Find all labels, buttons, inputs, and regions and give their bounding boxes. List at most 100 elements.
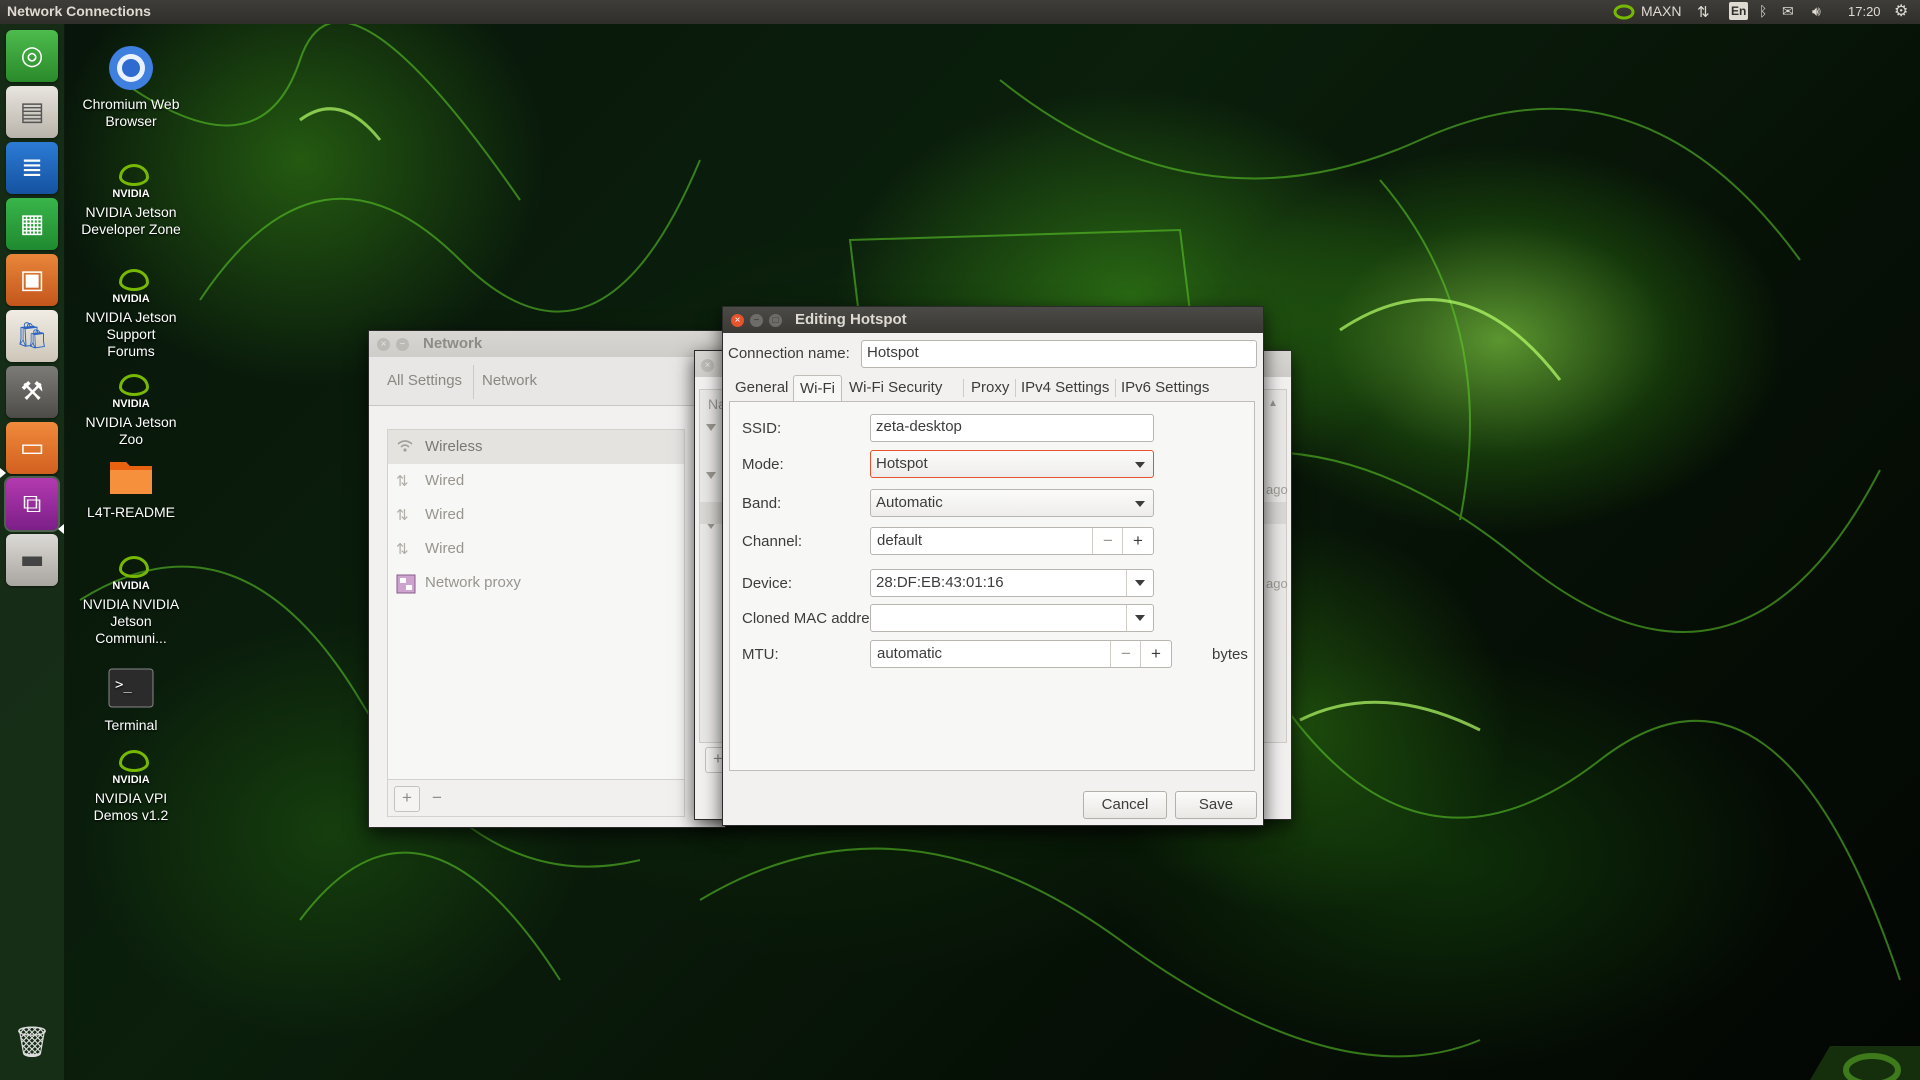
window-titlebar[interactable]: × − Network — [369, 331, 725, 357]
expand-arrow-icon[interactable] — [706, 424, 716, 431]
desktop-icon-label: Terminal — [104, 717, 158, 733]
device-value[interactable]: 28:DF:EB:43:01:16 — [876, 574, 1004, 591]
desktop-icon-jetson-support-forums[interactable]: NVIDIA NVIDIA Jetson Support Forums — [81, 265, 181, 360]
last-used-label: ago — [1266, 576, 1288, 591]
maximize-button[interactable]: □ — [769, 314, 782, 327]
mtu-value[interactable]: automatic — [877, 645, 942, 662]
channel-label: Channel: — [742, 533, 803, 550]
desktop-icon-label: NVIDIA Jetson Zoo — [85, 414, 177, 447]
tab-general[interactable]: General — [729, 375, 794, 401]
file-manager-icon[interactable]: ▭ — [6, 422, 58, 474]
minimize-button[interactable]: − — [396, 338, 409, 351]
tab-separator — [963, 379, 964, 397]
close-button[interactable]: × — [731, 314, 744, 327]
tab-wi-fi[interactable]: Wi-Fi — [793, 375, 842, 401]
channel-increment-button[interactable]: + — [1122, 528, 1153, 554]
nvidia-icon: NVIDIA — [107, 370, 155, 414]
writer-icon[interactable]: ≣ — [6, 142, 58, 194]
nvidia-icon: NVIDIA — [107, 552, 155, 596]
band-dropdown[interactable]: Automatic — [870, 489, 1154, 517]
drive-icon[interactable]: ▬ — [6, 534, 58, 586]
running-app-indicator — [0, 468, 6, 478]
active-app-indicator — [58, 524, 64, 534]
device-label: Wireless — [425, 438, 483, 455]
desktop-icon-jetson-community[interactable]: NVIDIA NVIDIA NVIDIA Jetson Communi... — [81, 552, 181, 647]
tab-bar: General Wi-Fi Wi-Fi Security Proxy IPv4 … — [729, 375, 1255, 401]
gear-icon[interactable]: ⚙ — [1894, 1, 1908, 20]
desktop-icon-label: Chromium Web Browser — [82, 96, 180, 129]
band-value: Automatic — [876, 494, 943, 511]
mtu-increment-button[interactable]: + — [1140, 641, 1171, 667]
wifi-icon — [396, 438, 416, 456]
remove-device-button[interactable]: − — [424, 786, 450, 812]
bluetooth-icon[interactable]: ᛒ — [1759, 3, 1767, 21]
device-label: Wired — [425, 472, 465, 489]
device-item-wireless[interactable]: Wireless — [388, 430, 684, 464]
volume-icon[interactable]: 🔊︎ — [1812, 3, 1821, 21]
minimize-button[interactable]: − — [750, 314, 763, 327]
connection-name-label: Connection name: — [728, 345, 850, 362]
add-device-button[interactable]: + — [394, 786, 420, 812]
cloned-mac-label: Cloned MAC address: — [742, 610, 889, 627]
network-connections-icon[interactable]: ⧉ — [6, 478, 58, 530]
power-mode-label[interactable]: MAXN — [1641, 3, 1681, 21]
desktop-icon-chromium[interactable]: Chromium Web Browser — [81, 44, 181, 130]
nvidia-icon: NVIDIA — [107, 160, 155, 204]
breadcrumb-all-settings[interactable]: All Settings — [387, 372, 462, 389]
software-center-icon[interactable]: 🛍︎ — [6, 310, 58, 362]
tab-ipv6-settings[interactable]: IPv6 Settings — [1115, 375, 1215, 401]
ubuntu-dash-icon[interactable]: ◎ — [6, 30, 58, 82]
device-item-network-proxy[interactable]: Network proxy — [388, 566, 684, 600]
channel-spinner[interactable]: default − + — [870, 527, 1154, 555]
desktop-icon-label: NVIDIA NVIDIA Jetson Communi... — [82, 596, 180, 646]
wired-icon: ⇅ — [396, 507, 409, 524]
close-button[interactable]: × — [701, 359, 714, 372]
desktop-icon-terminal[interactable]: >_ Terminal — [81, 665, 181, 734]
window-titlebar[interactable]: × − □ Editing Hotspot — [723, 307, 1263, 333]
device-item-wired-2[interactable]: ⇅ Wired — [388, 498, 684, 532]
nvidia-icon[interactable] — [1611, 4, 1635, 20]
tab-ipv4-settings[interactable]: IPv4 Settings — [1015, 375, 1115, 401]
keyboard-layout-indicator[interactable]: En — [1729, 2, 1749, 20]
mtu-decrement-button[interactable]: − — [1110, 641, 1141, 667]
file-cabinet-icon[interactable]: ▤ — [6, 86, 58, 138]
desktop-icon-label: NVIDIA Jetson Support Forums — [85, 309, 177, 359]
device-dropdown-button[interactable] — [1126, 570, 1153, 596]
connection-name-field[interactable]: Hotspot — [861, 340, 1257, 368]
expand-arrow-icon[interactable] — [706, 472, 716, 479]
device-item-wired-1[interactable]: ⇅ Wired — [388, 464, 684, 498]
clock[interactable]: 17:20 — [1848, 4, 1881, 22]
device-item-wired-3[interactable]: ⇅ Wired — [388, 532, 684, 566]
channel-decrement-button[interactable]: − — [1092, 528, 1123, 554]
close-button[interactable]: × — [377, 338, 390, 351]
wired-icon: ⇅ — [396, 473, 409, 490]
mode-dropdown[interactable]: Hotspot — [870, 450, 1154, 478]
mtu-spinner[interactable]: automatic − + — [870, 640, 1172, 668]
cloned-mac-combo[interactable] — [870, 604, 1154, 632]
desktop-icon-jetson-developer-zone[interactable]: NVIDIA NVIDIA Jetson Developer Zone — [81, 160, 181, 238]
desktop-icon-label: NVIDIA Jetson Developer Zone — [81, 204, 181, 237]
trash-icon[interactable]: 🗑︎ — [6, 1016, 58, 1068]
calc-icon[interactable]: ▦ — [6, 198, 58, 250]
desktop-icon-l4t-readme[interactable]: L4T-README — [81, 452, 181, 521]
channel-value[interactable]: default — [877, 532, 922, 549]
mail-icon[interactable]: ✉ — [1782, 3, 1794, 21]
desktop-icon-jetson-zoo[interactable]: NVIDIA NVIDIA Jetson Zoo — [81, 370, 181, 448]
ssid-field[interactable]: zeta-desktop — [870, 414, 1154, 442]
device-label: Device: — [742, 575, 793, 592]
impress-icon[interactable]: ▣ — [6, 254, 58, 306]
tab-wi-fi-security[interactable]: Wi-Fi Security — [843, 375, 948, 401]
desktop-icon-label: L4T-README — [87, 504, 175, 520]
scroll-up-icon[interactable]: ▲ — [1268, 398, 1278, 409]
breadcrumb-network[interactable]: Network — [482, 372, 537, 389]
save-button[interactable]: Save — [1175, 791, 1257, 819]
cancel-button[interactable]: Cancel — [1083, 791, 1167, 819]
network-updown-icon[interactable]: ⇅ — [1697, 3, 1710, 21]
device-combo[interactable]: 28:DF:EB:43:01:16 — [870, 569, 1154, 597]
system-settings-icon[interactable]: ⚒ — [6, 366, 58, 418]
device-list-toolbar: + − — [388, 779, 684, 816]
desktop-icon-vpi-demos[interactable]: NVIDIA NVIDIA VPI Demos v1.2 — [81, 746, 181, 824]
device-label: Wired — [425, 540, 465, 557]
cloned-mac-dropdown-button[interactable] — [1126, 605, 1153, 631]
tab-proxy[interactable]: Proxy — [965, 375, 1015, 401]
